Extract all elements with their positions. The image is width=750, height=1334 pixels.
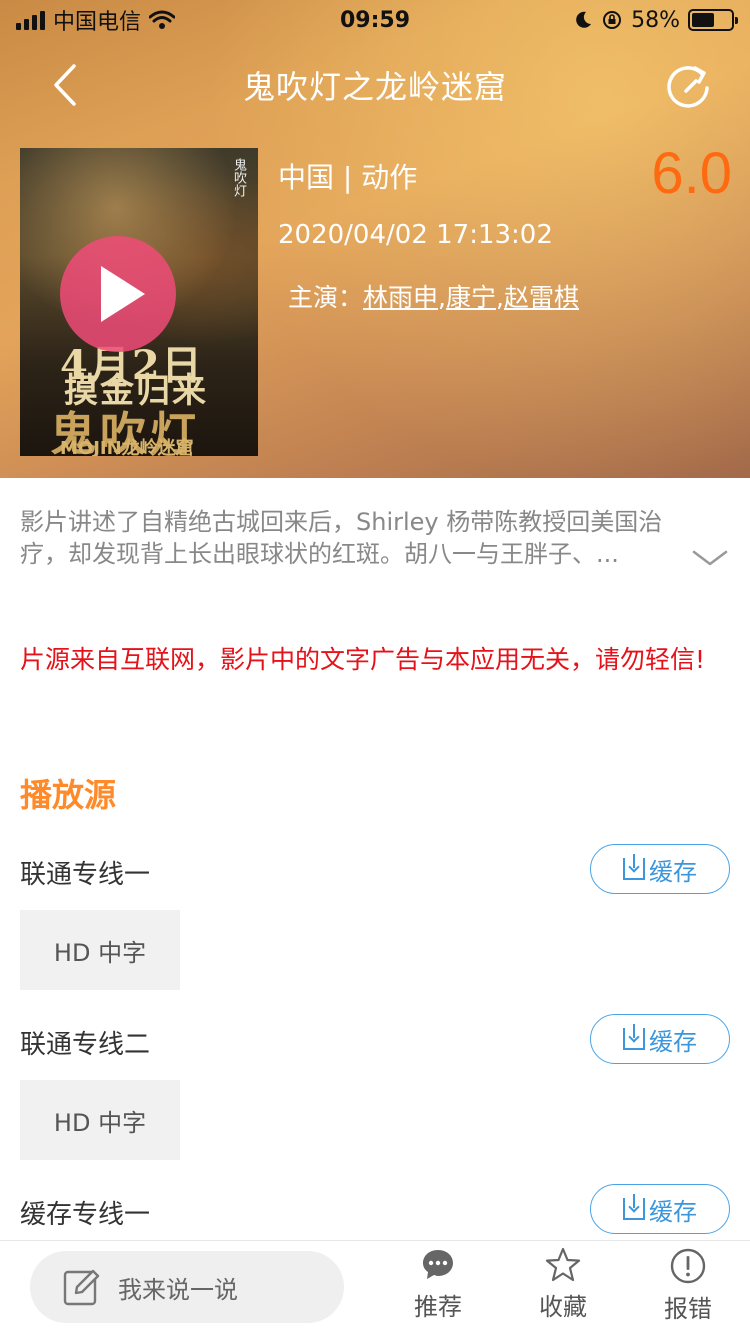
download-icon [623,1024,645,1050]
movie-description: 影片讲述了自精绝古城回来后，Shirley 杨带陈教授回美国治疗，却发现背上长出… [20,508,663,568]
play-icon [101,266,145,322]
alert-circle-icon [670,1248,706,1284]
poster-side-text: 鬼吹灯 [231,158,246,197]
tab-report[interactable]: 报错 [643,1247,733,1324]
episode-button[interactable]: HD 中字 [20,1080,180,1160]
cast-link[interactable]: 林雨申 [363,283,438,312]
comment-input[interactable]: 我来说一说 [30,1251,344,1323]
cache-button[interactable]: 缓存 [590,1014,730,1064]
status-bar: 中国电信 09:59 58% [0,0,750,40]
download-icon [623,1194,645,1220]
chevron-left-icon [54,64,76,106]
battery-percent: 58% [631,7,680,33]
tab-label: 推荐 [414,1293,462,1321]
page-title: 鬼吹灯之龙岭迷窟 [242,68,507,106]
nav-bar: 鬼吹灯之龙岭迷窟 [0,40,750,130]
disclaimer-notice: 片源来自互联网，影片中的文字广告与本应用无关，请勿轻信! [20,645,706,674]
movie-score: 6.0 [651,141,732,206]
cache-button-label: 缓存 [649,1027,697,1056]
cast-link[interactable]: 赵雷棋 [504,283,579,312]
chevron-down-icon[interactable] [692,548,728,568]
movie-genre: 中国 | 动作 [278,161,418,194]
battery-icon [688,9,738,31]
share-refresh-icon [667,66,709,108]
play-button[interactable] [60,236,176,352]
movie-cast: 主演：林雨申,康宁,赵雷棋 [288,283,579,312]
cache-button-label: 缓存 [649,1197,697,1226]
movie-date: 2020/04/02 17:13:02 [278,220,553,250]
tab-label: 报错 [664,1295,712,1323]
wifi-icon [149,10,176,29]
episode-button[interactable]: HD 中字 [20,910,180,990]
cast-label: 主演： [288,283,364,312]
tab-label: 收藏 [539,1293,587,1321]
source-line-name: 联通专线一 [20,860,151,890]
source-line-name: 联通专线二 [20,1030,151,1060]
cast-link[interactable]: 康宁 [446,283,496,312]
status-right: 58% [573,7,738,33]
bottom-bar: 我来说一说 推荐 收藏 报错 [0,1240,750,1334]
cache-button[interactable]: 缓存 [590,1184,730,1234]
chat-bubble-icon [423,1250,453,1279]
carrier-label: 中国电信 [53,10,142,35]
poster-subtitle: MOJIN龙岭迷窟 [60,438,194,456]
status-left: 中国电信 [16,4,176,36]
section-title-sources: 播放源 [20,776,117,814]
source-line-name: 缓存专线一 [20,1200,151,1230]
back-button[interactable] [40,60,90,110]
tab-recommend[interactable]: 推荐 [393,1247,483,1322]
signal-icon [16,10,45,30]
rotation-lock-icon [603,11,622,29]
cache-button-label: 缓存 [649,857,697,886]
star-icon [545,1247,581,1282]
comment-placeholder: 我来说一说 [118,1275,238,1304]
edit-icon [63,1269,100,1306]
tab-favorite[interactable]: 收藏 [518,1247,608,1322]
share-button[interactable] [662,60,714,112]
download-icon [623,854,645,880]
movie-info: 中国 | 动作 2020/04/02 17:13:02 主演：林雨申,康宁,赵雷… [278,150,579,314]
moon-icon [576,11,592,28]
cache-button[interactable]: 缓存 [590,844,730,894]
